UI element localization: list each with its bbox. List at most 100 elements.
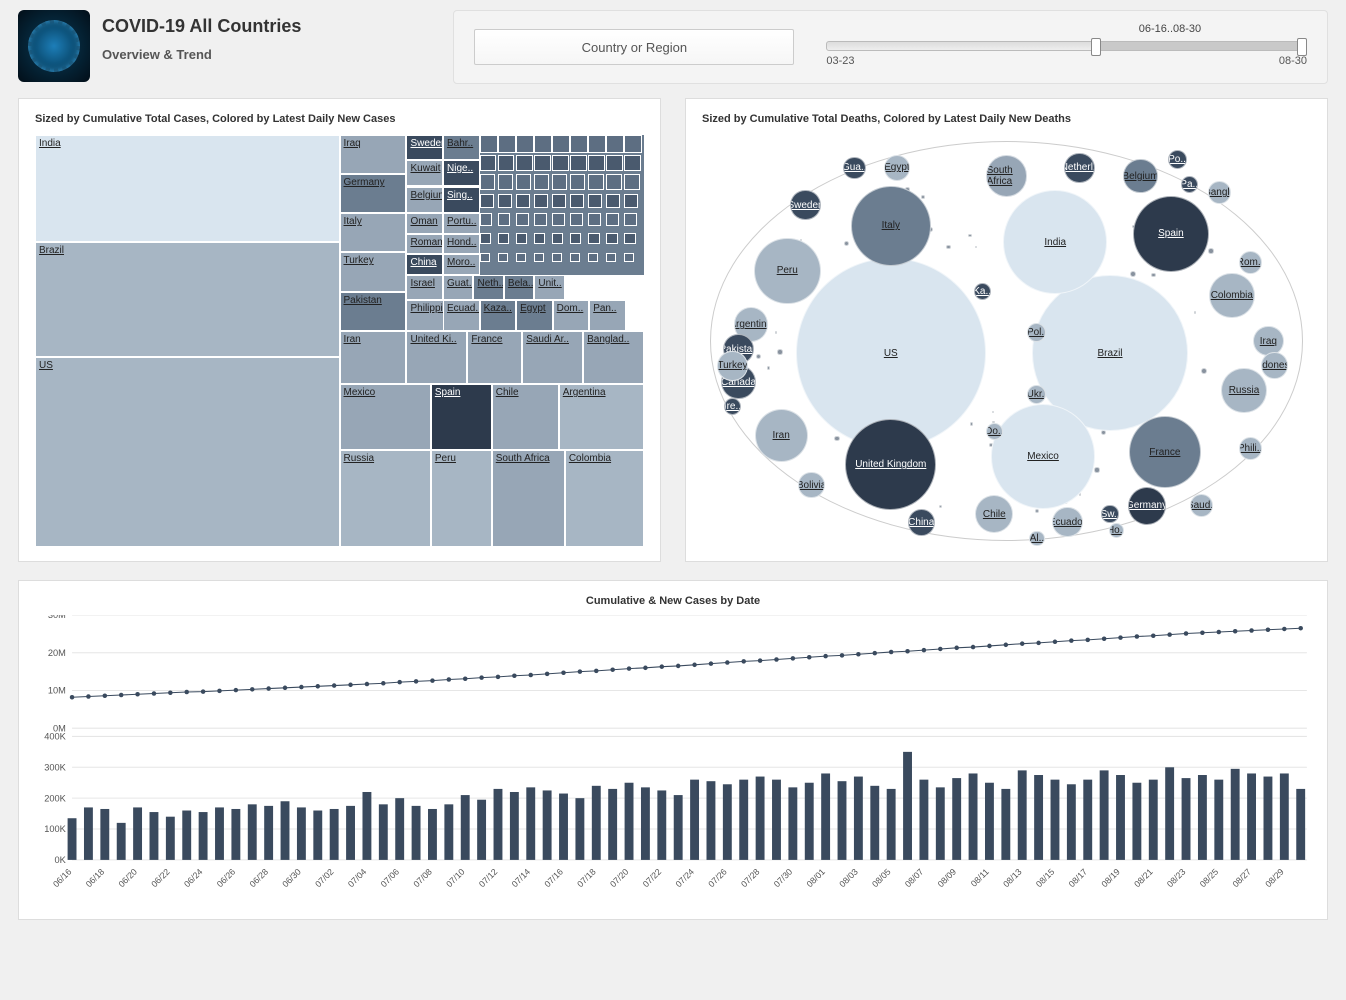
treemap-cell[interactable]: Sweden	[406, 135, 443, 160]
bubble-cell[interactable]: Netherl..	[1064, 153, 1094, 183]
svg-text:06/26: 06/26	[215, 867, 238, 890]
treemap-cell[interactable]: Colombia	[565, 450, 644, 547]
treemap-cell[interactable]: Kaza..	[480, 300, 517, 331]
bubble-cell[interactable]: Russia	[1221, 368, 1267, 414]
treemap-cell[interactable]: United Ki..	[406, 331, 467, 385]
treemap-title: Sized by Cumulative Total Cases, Colored…	[35, 113, 644, 125]
treemap-cell[interactable]: Ecuad..	[443, 300, 480, 331]
svg-text:07/28: 07/28	[739, 867, 762, 890]
treemap-cell[interactable]: Bahr..	[443, 135, 480, 160]
treemap-cell[interactable]: Unit..	[534, 275, 564, 300]
treemap-cell[interactable]: Spain	[431, 384, 492, 450]
bubble-cell[interactable]: India	[1003, 190, 1108, 295]
bubble-cell[interactable]: Do..	[986, 423, 1003, 440]
combo-chart[interactable]: 0M10M20M30M0K100K200K300K400K06/1606/180…	[35, 615, 1311, 905]
treemap-cell[interactable]: Banglad..	[583, 331, 644, 385]
treemap-cell[interactable]: Oman	[406, 213, 443, 234]
bubble-cell[interactable]: Saud..	[1190, 494, 1213, 517]
bubble-cell[interactable]: Ka..	[974, 283, 991, 300]
bubble-cell[interactable]: Spain	[1133, 196, 1209, 272]
bubble-chart[interactable]: USBrazilIndiaMexicoUnited KingdomItalyFr…	[702, 135, 1311, 547]
treemap-cell[interactable]: Turkey	[340, 252, 407, 291]
slider-range-label: 06-16..08-30	[1139, 23, 1201, 35]
treemap-cell[interactable]: Sing..	[443, 187, 480, 214]
bubble-cell[interactable]: Italy	[851, 186, 931, 266]
date-range-slider[interactable]: 06-16..08-30 03-23 08-30	[826, 27, 1307, 67]
treemap-cell[interactable]: Guat..	[443, 275, 473, 300]
treemap-chart[interactable]: IndiaBrazilUS IraqGermanyItalyTurkeyPakis…	[35, 135, 644, 547]
bubble-cell[interactable]: France	[1129, 416, 1201, 488]
treemap-cell[interactable]: South Africa	[492, 450, 565, 547]
treemap-cell[interactable]: Germany	[340, 174, 407, 213]
treemap-cell[interactable]: India	[35, 135, 340, 242]
bubble-cell[interactable]: Ecuador	[1052, 507, 1082, 537]
combo-panel: Cumulative & New Cases by Date 0M10M20M3…	[18, 580, 1328, 920]
treemap-cell[interactable]: Bela..	[504, 275, 534, 300]
treemap-cell[interactable]: Pan..	[589, 300, 626, 331]
bubble-cell[interactable]: Pa..	[1181, 176, 1198, 193]
bubble-cell[interactable]: Belgium	[1123, 159, 1157, 193]
bubble-cell[interactable]: Phili..	[1239, 437, 1262, 460]
bubble-cell[interactable]: Rom..	[1239, 251, 1262, 274]
treemap-cell[interactable]: Nige..	[443, 160, 480, 187]
bubble-cell[interactable]: Germany	[1128, 487, 1166, 525]
slider-handle-end[interactable]	[1297, 38, 1307, 56]
country-region-dropdown[interactable]: Country or Region	[474, 29, 794, 65]
treemap-cell[interactable]: Mexico	[340, 384, 431, 450]
treemap-cell[interactable]: Egypt	[516, 300, 553, 331]
svg-text:07/08: 07/08	[411, 867, 434, 890]
bubble-cell[interactable]: Colombia	[1209, 273, 1255, 319]
svg-text:07/22: 07/22	[641, 867, 664, 890]
bubble-cell[interactable]: Al..	[1029, 531, 1044, 546]
treemap-cell[interactable]: France	[467, 331, 522, 385]
treemap-cell[interactable]: Argentina	[559, 384, 644, 450]
treemap-cell[interactable]: Moro..	[443, 254, 480, 275]
page-title: COVID-19 All Countries	[102, 16, 301, 37]
bubble-cell[interactable]: China	[908, 509, 935, 536]
treemap-cell[interactable]: Dom..	[553, 300, 590, 331]
treemap-cell[interactable]: Neth..	[473, 275, 503, 300]
bubble-cell[interactable]: Sw..	[1101, 505, 1118, 522]
treemap-cell[interactable]: Iraq	[340, 135, 407, 174]
bubble-cell[interactable]: Bangl..	[1208, 181, 1231, 204]
treemap-cell[interactable]: Pakistan	[340, 292, 407, 331]
bubble-cell[interactable]: Ho..	[1109, 523, 1124, 538]
treemap-cell[interactable]: Brazil	[35, 242, 340, 357]
svg-text:08/27: 08/27	[1230, 867, 1253, 890]
bubble-cell[interactable]: Indones..	[1261, 352, 1288, 379]
treemap-cell[interactable]: Belgium	[406, 187, 443, 214]
treemap-cell[interactable]: Saudi Ar..	[522, 331, 583, 385]
bubble-cell[interactable]: Iraq	[1253, 326, 1283, 356]
bubble-panel: Sized by Cumulative Total Deaths, Colore…	[685, 98, 1328, 562]
treemap-cell[interactable]: Kuwait	[406, 160, 443, 187]
svg-text:07/20: 07/20	[608, 867, 631, 890]
slider-max-label: 08-30	[1279, 55, 1307, 67]
treemap-cell[interactable]: US	[35, 357, 340, 547]
treemap-cell[interactable]: Italy	[340, 213, 407, 252]
bubble-cell[interactable]: Mexico	[991, 404, 1096, 509]
treemap-cell[interactable]: Israel	[406, 275, 443, 300]
bubble-cell[interactable]: South Africa	[986, 155, 1028, 197]
treemap-cell[interactable]: Hond..	[443, 234, 480, 255]
svg-text:100K: 100K	[44, 824, 66, 834]
bubble-cell[interactable]: Gua..	[843, 157, 866, 180]
bubble-cell[interactable]: Sweden	[790, 190, 820, 220]
bubble-cell[interactable]: Turkey	[717, 351, 747, 381]
treemap-cell[interactable]: Roman..	[406, 234, 443, 255]
treemap-cell[interactable]: Chile	[492, 384, 559, 450]
svg-text:10M: 10M	[48, 686, 66, 696]
bubble-cell[interactable]: United Kingdom	[845, 419, 936, 510]
treemap-cell[interactable]: Russia	[340, 450, 431, 547]
slider-handle-start[interactable]	[1091, 38, 1101, 56]
treemap-cell[interactable]: Iran	[340, 331, 407, 385]
bubble-cell[interactable]: Peru	[754, 238, 821, 305]
svg-text:07/30: 07/30	[772, 867, 795, 890]
treemap-cell[interactable]: China	[406, 254, 443, 275]
treemap-cell[interactable]: Peru	[431, 450, 492, 547]
treemap-cell[interactable]: Portu..	[443, 213, 480, 234]
svg-text:07/26: 07/26	[706, 867, 729, 890]
svg-text:07/04: 07/04	[346, 867, 369, 890]
bubble-cell[interactable]: Po..	[1168, 150, 1187, 169]
bubble-cell[interactable]: Iran	[755, 409, 808, 462]
svg-text:07/12: 07/12	[477, 867, 500, 890]
